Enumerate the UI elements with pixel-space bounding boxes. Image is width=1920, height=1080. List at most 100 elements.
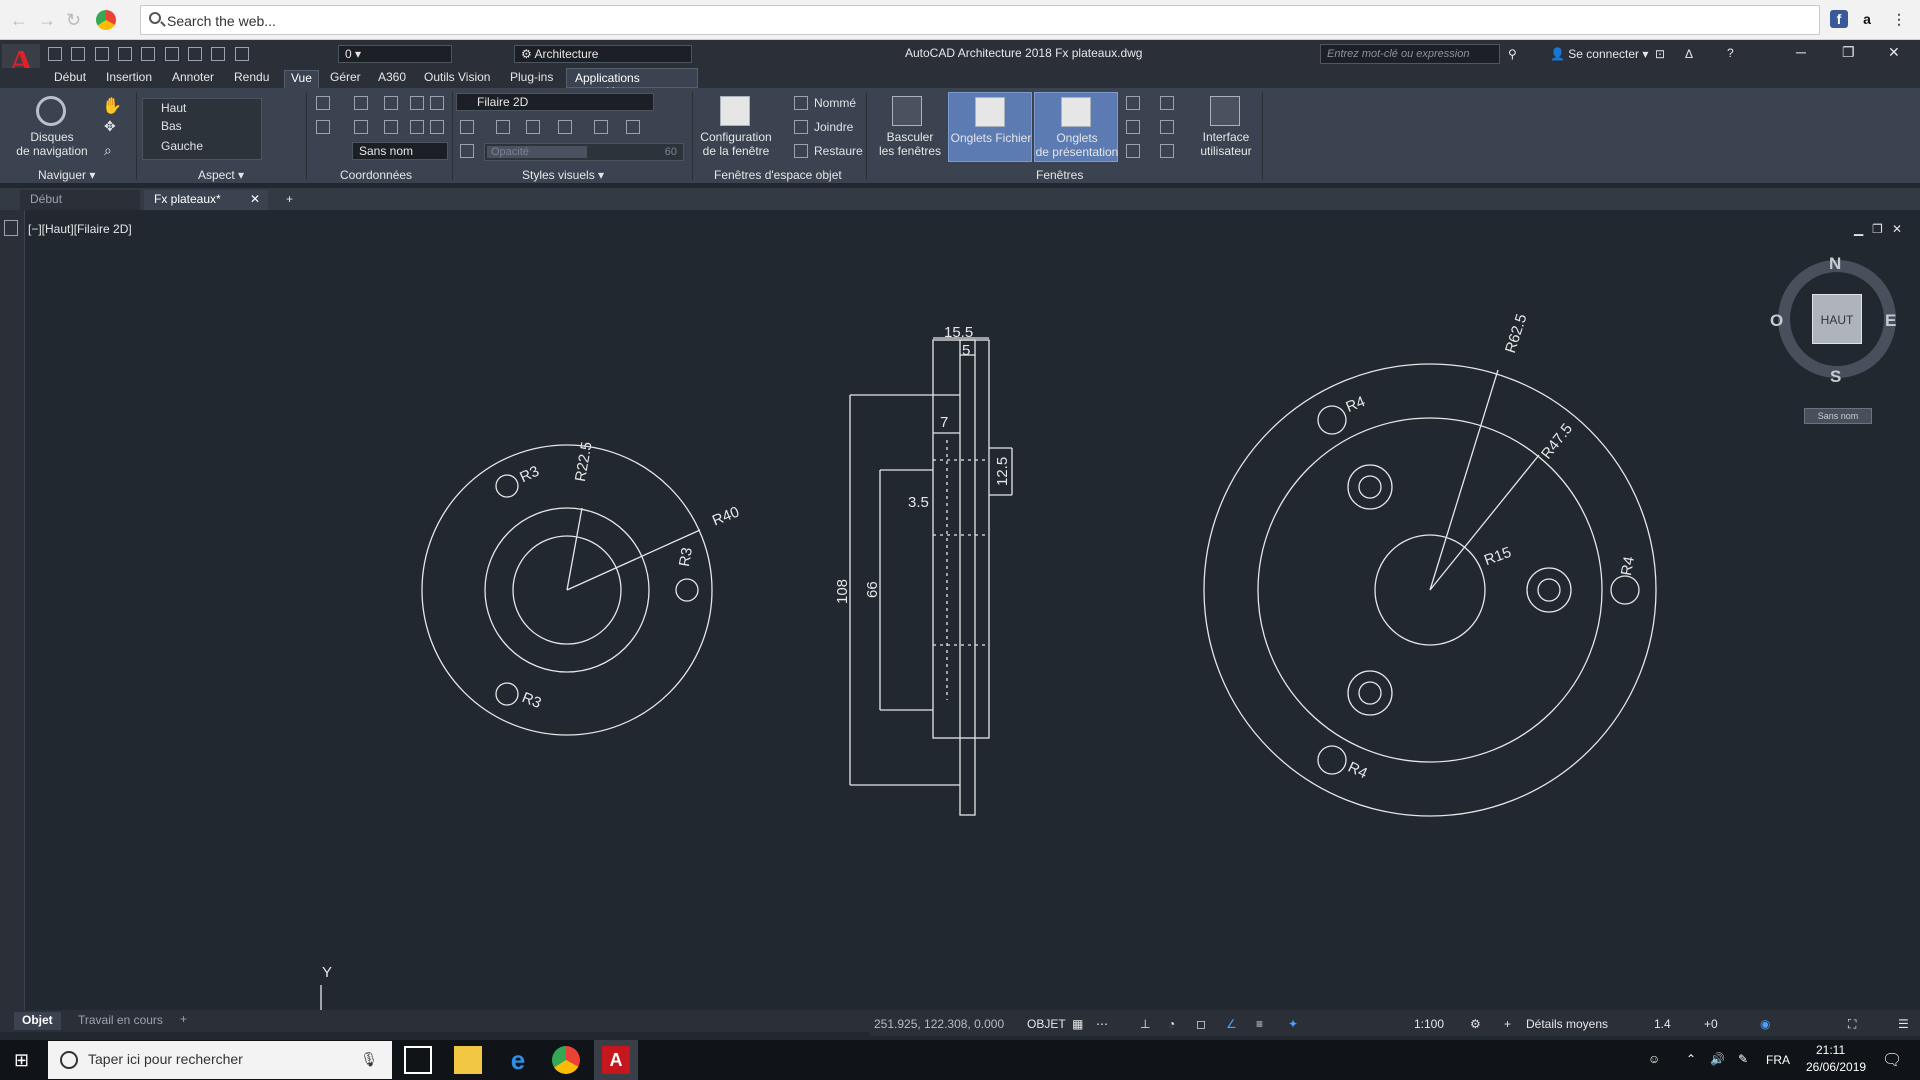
view-item-haut[interactable]: Haut (143, 99, 261, 119)
restore-viewport-icon[interactable] (794, 144, 808, 158)
vp-minimize-icon[interactable]: ▁ (1854, 222, 1863, 236)
windows-panel-title[interactable]: Fenêtres (1036, 168, 1083, 182)
layout-tab-model[interactable]: Objet (14, 1012, 61, 1030)
join-icon[interactable] (794, 120, 808, 134)
signin-button[interactable]: 👤 Se connecter ▾ (1550, 47, 1648, 61)
opacity-slider[interactable]: Opacité 60 (484, 143, 684, 161)
grid-icon[interactable]: ▦ (1072, 1017, 1083, 1031)
volume-icon[interactable]: 🔊 (1710, 1052, 1725, 1066)
add-layout-button[interactable]: + (180, 1012, 187, 1026)
named-button[interactable]: Nommé (814, 96, 856, 110)
settings-icon[interactable]: ⚙ (1470, 1017, 1481, 1031)
viewport-config-icon[interactable] (720, 96, 750, 126)
file-explorer-icon[interactable] (454, 1046, 482, 1074)
vp-close-icon[interactable]: ✕ (1892, 222, 1902, 236)
forward-icon[interactable]: → (38, 10, 56, 31)
lineweight-value[interactable]: 1.4 (1654, 1017, 1671, 1031)
edge-icon[interactable]: e (504, 1046, 532, 1074)
customize-icon[interactable]: ☰ (1898, 1017, 1909, 1031)
chrome-icon[interactable] (96, 10, 116, 30)
help-icon[interactable]: ? (1727, 46, 1734, 60)
osnap-icon[interactable]: ◻ (1196, 1017, 1206, 1031)
snap-icon[interactable]: ⋯ (1096, 1017, 1108, 1031)
ucs-dropdown[interactable]: Sans nom (352, 142, 448, 160)
tab-insertion[interactable]: Insertion (106, 70, 152, 84)
clock-date[interactable]: 26/06/2019 (1806, 1060, 1866, 1074)
back-icon[interactable]: ← (10, 10, 28, 31)
chrome-taskbar-icon[interactable] (552, 1046, 580, 1074)
layer-dropdown[interactable]: 0 ▾ (338, 45, 452, 63)
ucs-3point-icon[interactable] (316, 120, 330, 134)
ucs-view-icon[interactable] (410, 96, 424, 110)
keyword-search-input[interactable]: Entrez mot-clé ou expression (1320, 44, 1500, 64)
ucs-world-icon[interactable] (354, 96, 368, 110)
close-icon[interactable]: ✕ (1888, 44, 1900, 61)
taskbar-search-input[interactable]: Taper ici pour rechercher 🎙 (48, 1041, 392, 1079)
switch-windows-icon[interactable] (892, 96, 922, 126)
tab-gerer[interactable]: Gérer (330, 70, 361, 84)
annotation-icon[interactable]: ✦ (1288, 1017, 1298, 1031)
viewport-label[interactable]: [−][Haut][Filaire 2D] (28, 222, 132, 236)
binoculars-icon[interactable]: ⚲ (1508, 47, 1517, 61)
coords-panel-title[interactable]: Coordonnées (340, 168, 412, 182)
detail-level-dropdown[interactable]: Détails moyens (1526, 1017, 1608, 1031)
viewport-config-label[interactable]: Configuration de la fenêtre (696, 130, 776, 158)
polar-icon[interactable]: ◔ (1168, 1017, 1175, 1031)
elevation-offset[interactable]: +0 (1704, 1017, 1718, 1031)
ucs-icon[interactable] (316, 96, 330, 110)
restore-button[interactable]: Restaure (814, 144, 863, 158)
switch-windows-label[interactable]: Basculer les fenêtres (872, 130, 948, 158)
save-icon[interactable] (94, 46, 109, 61)
tray-chevron-icon[interactable]: ⌃ (1686, 1052, 1696, 1066)
microphone-icon[interactable]: 🎙 (360, 1051, 378, 1068)
palette-icon[interactable] (1160, 120, 1174, 134)
color-icon[interactable] (526, 120, 540, 134)
lineweight-icon[interactable]: ≡ (1256, 1017, 1263, 1031)
view-item-bas[interactable]: Bas (143, 119, 261, 139)
face-style-icon[interactable] (626, 120, 640, 134)
autodesk-icon[interactable]: Δ (1685, 47, 1693, 61)
compass-south[interactable]: S (1830, 367, 1841, 387)
visual-style-dropdown[interactable]: Filaire 2D (456, 93, 654, 111)
tab-vue[interactable]: Vue (284, 70, 319, 88)
file-tabs-button[interactable]: Onglets Fichier (948, 92, 1032, 162)
store-icon[interactable] (404, 1046, 432, 1074)
visual-styles-panel-title[interactable]: Styles visuels ▾ (522, 168, 604, 182)
new-icon[interactable] (48, 46, 62, 61)
undo-icon[interactable] (141, 46, 156, 61)
ucs-x-icon[interactable] (354, 120, 368, 134)
redo-icon[interactable] (164, 46, 179, 61)
doc-tab-fx-plateaux[interactable]: Fx plateaux* ✕ (144, 190, 268, 210)
match-icon[interactable] (211, 46, 226, 61)
doc-tab-debut[interactable]: Début (20, 190, 140, 210)
ucs-object-icon[interactable] (430, 96, 444, 110)
workspace-dropdown[interactable]: ⚙ Architecture (514, 45, 692, 63)
zoom-icon[interactable]: ⌕ (104, 142, 112, 159)
ucs-y-icon[interactable] (384, 120, 398, 134)
properties-icon[interactable] (4, 220, 18, 236)
windows-start-icon[interactable]: ⊞ (14, 1050, 29, 1071)
edge-icon[interactable] (496, 120, 510, 134)
tile-v-icon[interactable] (1126, 120, 1140, 134)
scale-dropdown[interactable]: 1:100 (1414, 1017, 1444, 1031)
compass-west[interactable]: O (1770, 311, 1783, 331)
ucs-z-icon[interactable] (410, 120, 424, 134)
print-icon[interactable] (118, 46, 133, 61)
notification-icon[interactable]: 🗨 (1882, 1050, 1902, 1070)
material-icon[interactable] (558, 120, 572, 134)
model-space-button[interactable]: OBJET (1027, 1017, 1066, 1031)
tab-a360[interactable]: A360 (378, 70, 406, 84)
tab-applications-associees[interactable]: Applications associées (566, 68, 698, 99)
model-viewports-panel-title[interactable]: Fenêtres d'espace objet (714, 168, 842, 182)
shadow-icon[interactable] (460, 120, 474, 134)
navigate-panel-title[interactable]: Naviguer ▾ (38, 168, 95, 182)
plus-icon[interactable]: + (1504, 1017, 1511, 1031)
ucs-face-icon[interactable] (430, 120, 444, 134)
menu-icon[interactable]: ⋮ (1890, 10, 1908, 28)
layer-icon[interactable] (188, 46, 203, 61)
steering-wheel-icon[interactable] (36, 96, 66, 126)
open-icon[interactable] (71, 46, 86, 61)
steering-wheel-label[interactable]: Disques de navigation (8, 130, 96, 158)
autocad-taskbar-active[interactable]: A (594, 1040, 638, 1080)
tab-rendu[interactable]: Rendu (234, 70, 269, 84)
